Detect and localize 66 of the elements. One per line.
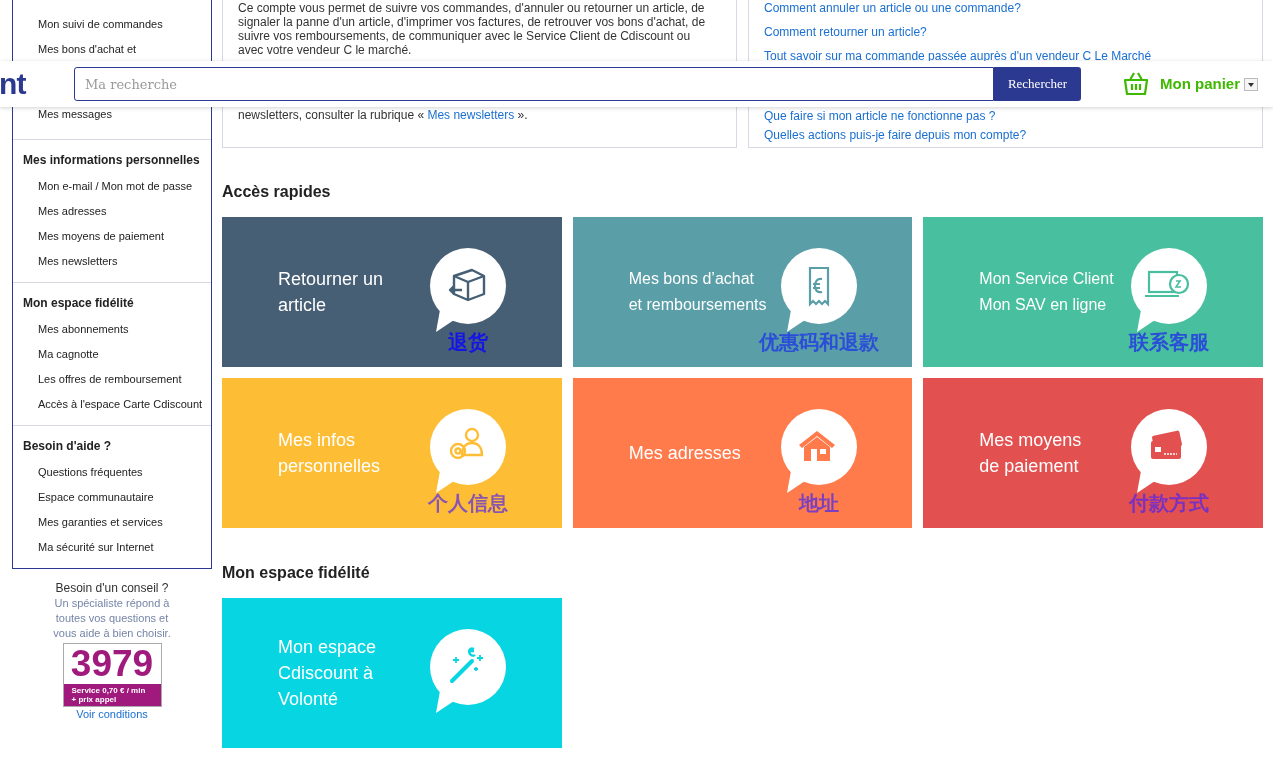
sidebar-link[interactable]: Ma cagnotte — [38, 347, 99, 361]
tile-label: article — [278, 294, 327, 317]
tile-label: Mon Service Client — [979, 269, 1114, 289]
tile-label: Mes bons d’achat — [628, 269, 756, 289]
price-text: Service 0,70 € / min — [71, 686, 147, 695]
sidebar-heading: Mon espace fidélité — [23, 296, 135, 311]
intro-paragraph: Ce compte vous permet de suivre vos commandes, d'annuler ou retourner un article, de signaler la panne d'un article, d'imprimer vos factures, de retrouver vos bons d'achat, de suivre vos remboursements, de communiquer avec le Service Client de Cdiscount ou avec votre vendeur C le marché. — [238, 0, 707, 57]
sidebar-link[interactable]: Les offres de remboursement — [38, 372, 182, 386]
sidebar-link[interactable]: Mes newsletters — [38, 254, 118, 268]
chinese-annotation: 退货 — [448, 329, 488, 356]
faq-link[interactable]: Quelles actions puis-je faire depuis mon compte? — [764, 128, 1027, 142]
speech-bubble-icon — [778, 246, 859, 334]
section-heading: Accès rapides — [222, 182, 332, 202]
advice-text: Un spécialiste répond à toutes vos questions et vous aide à bien choisir. — [52, 596, 172, 641]
tile-label: Retourner un — [278, 268, 384, 291]
tile-label: Mon espace — [278, 636, 377, 659]
tile-label: Mes moyens — [979, 429, 1082, 452]
sidebar-link[interactable]: Mes messages — [38, 107, 211, 121]
sidebar-link[interactable]: Mes abonnements — [38, 322, 129, 336]
sidebar-link[interactable]: Mon suivi de commandes — [38, 17, 211, 31]
basket-icon[interactable] — [1123, 71, 1149, 97]
sidebar-link[interactable]: Mon e-mail / Mon mot de passe — [38, 179, 193, 193]
phone-number: 3979 — [69, 644, 155, 684]
sidebar-link[interactable]: Accès à l'espace Carte Cdiscount — [38, 397, 203, 411]
speech-bubble-icon — [428, 627, 508, 715]
price-text: + prix appel — [71, 695, 118, 704]
faq-link[interactable]: Comment retourner un article? — [764, 25, 927, 39]
newsletter-paragraph: newsletters, consulter la rubrique « Mes newsletters ». — [238, 108, 529, 122]
quick-access-tile[interactable]: Mes moyens de paiement 付款方式 — [923, 378, 1263, 528]
faq-link[interactable]: Tout savoir sur ma commande passée auprès d'un vendeur C Le Marché — [764, 49, 1152, 63]
chinese-annotation: 个人信息 — [428, 490, 508, 517]
sidebar-link[interactable]: Mes adresses — [38, 204, 107, 218]
search-field[interactable]: Ma recherche — [74, 67, 994, 101]
search-button[interactable]: Rechercher — [994, 67, 1081, 101]
conditions-link[interactable]: Voir conditions — [76, 707, 148, 721]
sidebar-link[interactable]: Questions fréquentes — [38, 465, 143, 479]
dropdown-caret-icon[interactable] — [1244, 77, 1258, 91]
chinese-annotation: 联系客服 — [1129, 329, 1210, 356]
sidebar-heading: Besoin d'aide ? — [23, 439, 113, 454]
logo-text[interactable]: nt — [0, 69, 74, 99]
quick-access-tile[interactable]: Retourner un article 退货 — [222, 217, 562, 367]
sidebar-link[interactable]: Mes garanties et services — [38, 515, 163, 529]
tile-label: Mes infos — [278, 429, 357, 452]
tile-label: Mon SAV en ligne — [979, 295, 1108, 315]
tile-label: Volonté — [278, 688, 340, 711]
chinese-annotation: 付款方式 — [1129, 490, 1210, 517]
sidebar-link[interactable]: Espace communautaire — [38, 490, 154, 504]
speech-bubble-icon — [428, 407, 508, 495]
tile-label: Cdiscount à — [278, 662, 375, 685]
chinese-annotation: 地址 — [798, 490, 839, 517]
advice-title: Besoin d'un conseil ? — [55, 581, 169, 596]
tile-label: et remboursements — [628, 295, 767, 315]
faq-link[interactable]: Que faire si mon article ne fonctionne pas ? — [764, 109, 996, 123]
speech-bubble-icon — [428, 246, 508, 334]
sidebar-link[interactable]: Mes moyens de paiement — [38, 229, 164, 243]
section-heading: Mon espace fidélité — [222, 563, 371, 583]
speech-bubble-icon — [778, 407, 859, 495]
faq-link[interactable]: Comment annuler un article ou une commande? — [764, 1, 1021, 15]
tile-label: Mes adresses — [628, 442, 741, 465]
newsletter-link[interactable]: Mes newsletters — [427, 108, 515, 122]
chinese-annotation: 优惠码和退款 — [758, 329, 879, 356]
tile-label: de paiement — [979, 455, 1080, 478]
sidebar-link[interactable]: Ma sécurité sur Internet — [38, 540, 154, 554]
sidebar-heading: Mes informations personnelles — [23, 153, 201, 168]
sidebar-link[interactable]: Mes bons d'achat et — [38, 42, 211, 56]
tile-label: personnelles — [278, 455, 381, 478]
